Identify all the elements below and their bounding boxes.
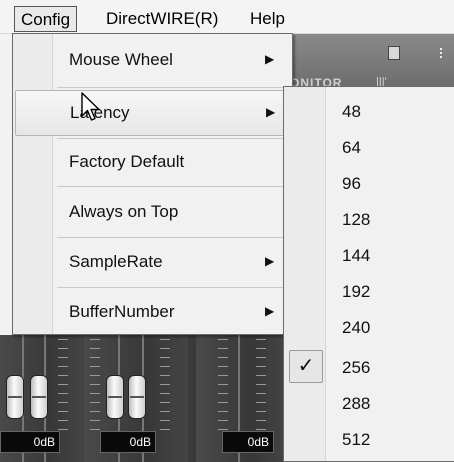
- menu-separator: [57, 87, 287, 88]
- latency-submenu: 48 64 96 128 144 192 240 ✓ 256 288 512: [283, 86, 454, 462]
- channel-strip: 0dB: [0, 335, 84, 462]
- menu-item-label: BufferNumber: [69, 302, 175, 321]
- menu-item-label: Mouse Wheel: [69, 50, 173, 69]
- menu-separator: [57, 186, 287, 187]
- latency-option-288[interactable]: 288: [286, 385, 454, 421]
- fader-handle[interactable]: [6, 375, 24, 419]
- submenu-arrow-icon: ▶: [265, 304, 275, 318]
- menu-separator: [57, 287, 287, 288]
- submenu-arrow-icon: ▶: [265, 52, 275, 66]
- submenu-arrow-icon: ▶: [265, 254, 275, 268]
- meter-icon: [440, 48, 450, 58]
- latency-option-label: 64: [342, 138, 361, 157]
- latency-option-label: 512: [342, 430, 371, 449]
- latency-option-144[interactable]: 144: [286, 237, 454, 273]
- fader-scale: [218, 339, 228, 431]
- latency-option-label: 144: [342, 246, 371, 265]
- latency-option-192[interactable]: 192: [286, 273, 454, 309]
- mouse-pointer-icon: [81, 92, 100, 121]
- menu-item-label: Factory Default: [69, 152, 185, 171]
- latency-option-256[interactable]: ✓ 256: [286, 349, 454, 385]
- menu-item-buffernumber[interactable]: BufferNumber ▶: [15, 290, 290, 336]
- submenu-arrow-icon: ▶: [266, 105, 276, 119]
- menu-bar: Config DirectWIRE(R) Help: [0, 0, 454, 34]
- fader-handle[interactable]: [106, 375, 124, 419]
- latency-option-64[interactable]: 64: [286, 129, 454, 165]
- channel-strip: 0dB: [196, 335, 288, 462]
- menu-item-samplerate[interactable]: SampleRate ▶: [15, 240, 290, 286]
- menu-item-label: SampleRate: [69, 252, 163, 271]
- menu-item-latency[interactable]: Latency ▶: [15, 90, 290, 136]
- latency-option-512[interactable]: 512: [286, 421, 454, 457]
- db-readout: 0dB: [0, 431, 60, 453]
- latency-option-label: 192: [342, 282, 371, 301]
- config-dropdown: Mouse Wheel ▶ Latency ▶ Factory Default …: [12, 33, 293, 335]
- fader-scale: [58, 339, 68, 431]
- checkmark-icon: ✓: [289, 350, 323, 383]
- menu-separator: [57, 138, 287, 139]
- fader-handle[interactable]: [128, 375, 146, 419]
- fader-scale: [160, 339, 170, 431]
- monitor-knob[interactable]: [388, 46, 400, 60]
- latency-option-label: 48: [342, 102, 361, 121]
- menu-item-mouse-wheel[interactable]: Mouse Wheel ▶: [15, 38, 290, 84]
- fader-handle[interactable]: [30, 375, 48, 419]
- latency-option-96[interactable]: 96: [286, 165, 454, 201]
- latency-option-label: 96: [342, 174, 361, 193]
- fader-scale: [90, 339, 100, 431]
- menu-config[interactable]: Config: [14, 6, 78, 32]
- latency-option-240[interactable]: 240: [286, 309, 454, 345]
- menu-item-always-on-top[interactable]: Always on Top: [15, 190, 290, 236]
- channel-strip: 0dB: [84, 335, 188, 462]
- fader-scale: [256, 339, 266, 431]
- menu-separator: [57, 237, 287, 238]
- menu-item-factory-default[interactable]: Factory Default: [15, 140, 290, 186]
- latency-option-label: 288: [342, 394, 371, 413]
- channel-strips: 0dB 0dB 0dB: [0, 335, 288, 462]
- latency-option-label: 128: [342, 210, 371, 229]
- latency-option-128[interactable]: 128: [286, 201, 454, 237]
- menu-directwire[interactable]: DirectWIRE(R): [100, 6, 224, 32]
- latency-option-label: 240: [342, 318, 371, 337]
- db-readout: 0dB: [222, 431, 274, 453]
- menu-item-label: Always on Top: [69, 202, 179, 221]
- latency-option-label: 256: [342, 358, 371, 377]
- db-readout: 0dB: [100, 431, 156, 453]
- latency-option-48[interactable]: 48: [286, 93, 454, 129]
- menu-help[interactable]: Help: [244, 6, 291, 32]
